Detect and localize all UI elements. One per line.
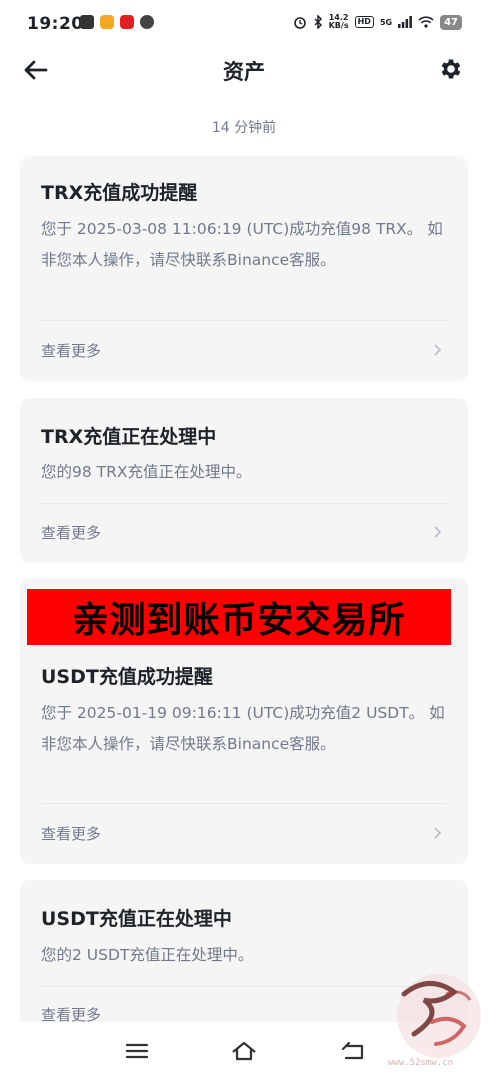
wifi-icon (418, 16, 434, 28)
view-more-link[interactable]: 查看更多 (20, 330, 468, 370)
card-divider (41, 503, 447, 504)
card-body: 您于 2025-01-19 09:16:11 (UTC)成功充值2 USDT。 … (41, 704, 445, 753)
menu-icon[interactable] (122, 1036, 152, 1066)
signal-icon (398, 16, 412, 28)
bluetooth-icon (314, 15, 322, 29)
top-bar: 资产 (0, 48, 488, 92)
gear-icon[interactable] (438, 56, 464, 82)
home-icon[interactable] (229, 1036, 259, 1066)
alarm-icon (293, 17, 306, 29)
view-more-label: 查看更多 (41, 825, 102, 843)
app-notification-icon (80, 15, 94, 29)
system-status-icons: 14.2 KB/s HD 5G 47 (293, 14, 462, 30)
wechat-icon (140, 15, 154, 29)
card-title: TRX充值正在处理中 (41, 426, 217, 448)
notification-time: 14 分钟前 (211, 120, 277, 136)
card-divider (41, 320, 447, 321)
card-divider (41, 803, 447, 804)
network-type: 5G (379, 17, 393, 27)
notification-card: TRX充值正在处理中 您的98 TRX充值正在处理中。 查看更多 (20, 398, 468, 563)
view-more-label: 查看更多 (41, 524, 102, 542)
battery-indicator: 47 (440, 14, 462, 30)
chevron-right-icon (434, 827, 442, 839)
chevron-right-icon (434, 526, 442, 538)
view-more-link[interactable]: 查看更多 (20, 512, 468, 552)
chevron-right-icon (434, 344, 442, 356)
overlay-banner-text: 亲测到账币安交易所 (72, 600, 406, 641)
status-time: 19:20 (27, 14, 84, 34)
notification-icons (80, 15, 154, 29)
hd-badge: HD (354, 16, 374, 28)
view-more-label: 查看更多 (41, 342, 102, 360)
watermark-url: www.52smw.cn (388, 1058, 454, 1068)
card-body: 您于 2025-03-08 11:06:19 (UTC)成功充值98 TRX。 … (41, 220, 443, 269)
app-notification-icon (100, 15, 114, 29)
overlay-banner: 亲测到账币安交易所 (27, 589, 451, 645)
page-title: 资产 (223, 60, 265, 84)
app-notification-icon (120, 15, 134, 29)
network-speed: 14.2 KB/s (329, 14, 349, 30)
network-speed-unit: KB/s (328, 21, 349, 30)
notification-card: TRX充值成功提醒 您于 2025-03-08 11:06:19 (UTC)成功… (20, 156, 468, 381)
status-bar: 19:20 14.2 KB/s HD 5G 47 (0, 0, 488, 48)
card-body: 您的98 TRX充值正在处理中。 (41, 463, 252, 481)
view-more-link[interactable]: 查看更多 (20, 813, 468, 853)
back-icon[interactable] (338, 1036, 368, 1066)
card-title: USDT充值成功提醒 (41, 666, 213, 688)
card-title: USDT充值正在处理中 (41, 908, 232, 930)
card-title: TRX充值成功提醒 (41, 182, 198, 204)
